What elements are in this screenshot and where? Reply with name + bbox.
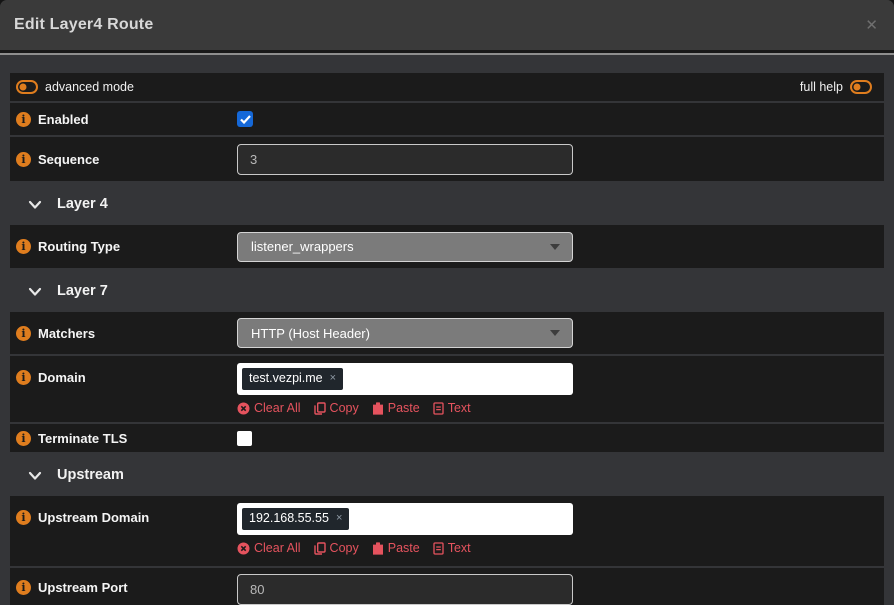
enabled-label: Enabled [38, 112, 89, 127]
upstream-port-input[interactable] [237, 574, 573, 605]
help-toggle-row: advanced mode full help [10, 73, 884, 101]
text-file-icon [433, 542, 444, 555]
remove-token-icon[interactable]: × [336, 512, 342, 525]
info-icon[interactable]: i [16, 152, 31, 167]
sequence-label: Sequence [38, 152, 99, 167]
text-button[interactable]: Text [433, 401, 471, 415]
dialog-header: Edit Layer4 Route ✕ [0, 0, 894, 50]
close-icon[interactable]: ✕ [865, 18, 878, 33]
upstream-domain-token: 192.168.55.55 × [242, 508, 349, 530]
copy-button[interactable]: Copy [314, 401, 359, 415]
info-icon[interactable]: i [16, 580, 31, 595]
field-row-routing-type: i Routing Type listener_wrappers [10, 225, 884, 268]
terminate-tls-label: Terminate TLS [38, 431, 127, 446]
info-icon[interactable]: i [16, 370, 31, 385]
clear-all-icon [237, 402, 250, 415]
field-row-matchers: i Matchers HTTP (Host Header) [10, 312, 884, 354]
full-help-label: full help [800, 80, 843, 94]
full-help-toggle[interactable]: full help [800, 80, 872, 94]
info-icon[interactable]: i [16, 431, 31, 446]
matchers-label: Matchers [38, 326, 95, 341]
section-upstream-label: Upstream [57, 467, 124, 483]
info-icon[interactable]: i [16, 326, 31, 341]
check-icon [240, 115, 251, 124]
upstream-domain-label: Upstream Domain [38, 510, 149, 525]
caret-down-icon [550, 330, 560, 336]
paste-button[interactable]: Paste [372, 401, 420, 415]
upstream-domain-token-actions: Clear All Copy Paste Text [237, 541, 573, 555]
caret-down-icon [550, 244, 560, 250]
domain-label: Domain [38, 370, 86, 385]
toggle-off-icon [16, 80, 38, 94]
field-row-domain: i Domain test.vezpi.me × Clear All [10, 356, 884, 422]
text-button[interactable]: Text [433, 541, 471, 555]
matchers-selected-value: HTTP (Host Header) [251, 326, 370, 341]
paste-button[interactable]: Paste [372, 541, 420, 555]
terminate-tls-checkbox[interactable] [237, 431, 252, 446]
routing-type-selected-value: listener_wrappers [251, 239, 354, 254]
domain-token-actions: Clear All Copy Paste Text [237, 401, 573, 415]
section-layer7[interactable]: Layer 7 [10, 270, 884, 312]
remove-token-icon[interactable]: × [330, 372, 336, 385]
routing-type-label: Routing Type [38, 239, 120, 254]
field-row-upstream-domain: i Upstream Domain 192.168.55.55 × Clear … [10, 496, 884, 566]
chevron-down-icon [28, 200, 42, 210]
chevron-down-icon [28, 471, 42, 481]
field-row-upstream-port: i Upstream Port [10, 568, 884, 605]
upstream-domain-token-input[interactable]: 192.168.55.55 × [237, 503, 573, 535]
info-icon[interactable]: i [16, 112, 31, 127]
section-upstream[interactable]: Upstream [10, 454, 884, 496]
edit-layer4-route-dialog: Edit Layer4 Route ✕ advanced mode full h… [0, 0, 894, 605]
sequence-input[interactable] [237, 144, 573, 175]
field-row-terminate-tls: i Terminate TLS [10, 424, 884, 452]
paste-icon [372, 402, 384, 415]
copy-button[interactable]: Copy [314, 541, 359, 555]
advanced-mode-label: advanced mode [45, 80, 134, 94]
domain-token-input[interactable]: test.vezpi.me × [237, 363, 573, 395]
clear-all-icon [237, 542, 250, 555]
upstream-port-label: Upstream Port [38, 580, 128, 595]
field-row-sequence: i Sequence [10, 137, 884, 181]
dialog-body: advanced mode full help i Enabled i Sequ… [0, 55, 894, 605]
section-layer7-label: Layer 7 [57, 283, 108, 299]
clear-all-button[interactable]: Clear All [237, 401, 301, 415]
routing-type-select[interactable]: listener_wrappers [237, 232, 573, 262]
section-layer4[interactable]: Layer 4 [10, 183, 884, 225]
info-icon[interactable]: i [16, 510, 31, 525]
clear-all-button[interactable]: Clear All [237, 541, 301, 555]
info-icon[interactable]: i [16, 239, 31, 254]
paste-icon [372, 542, 384, 555]
enabled-checkbox[interactable] [237, 111, 253, 127]
section-layer4-label: Layer 4 [57, 196, 108, 212]
matchers-select[interactable]: HTTP (Host Header) [237, 318, 573, 348]
dialog-title: Edit Layer4 Route [14, 16, 153, 34]
domain-token: test.vezpi.me × [242, 368, 343, 390]
toggle-off-icon [850, 80, 872, 94]
text-file-icon [433, 402, 444, 415]
advanced-mode-toggle[interactable]: advanced mode [16, 80, 134, 94]
copy-icon [314, 542, 326, 555]
chevron-down-icon [28, 287, 42, 297]
copy-icon [314, 402, 326, 415]
field-row-enabled: i Enabled [10, 103, 884, 135]
